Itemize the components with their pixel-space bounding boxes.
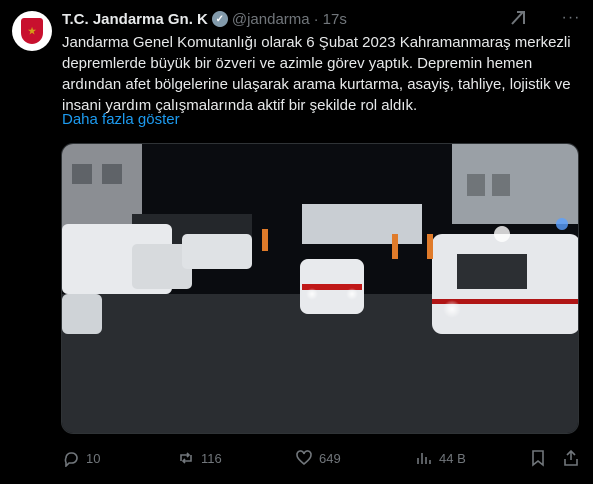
action-bar: 10 116 649 44 B — [62, 448, 582, 468]
share-icon — [564, 449, 578, 466]
verified-badge-icon[interactable]: ✓ — [211, 11, 228, 27]
bookmark-icon — [532, 450, 544, 467]
video-frame — [62, 144, 578, 433]
post-header: T.C. Jandarma Gn. K ✓ @jandarma · 17s — [62, 10, 347, 28]
views-icon — [417, 453, 431, 464]
bookmark-button[interactable] — [529, 448, 553, 468]
author-handle[interactable]: @jandarma — [232, 11, 310, 28]
heart-icon — [296, 450, 312, 466]
post-time[interactable]: 17s — [323, 11, 347, 28]
post-video[interactable] — [61, 143, 579, 434]
repost-icon — [180, 452, 192, 464]
jandarma-emblem-icon: ★ — [21, 18, 43, 44]
grok-icon[interactable] — [508, 9, 528, 29]
reply-icon — [64, 452, 78, 467]
reply-button[interactable]: 10 — [62, 448, 100, 468]
views-button[interactable]: 44 B — [415, 448, 466, 468]
separator: · — [313, 10, 319, 28]
post-text: Jandarma Genel Komutanlığı olarak 6 Şuba… — [62, 34, 571, 114]
share-button[interactable] — [562, 448, 586, 468]
repost-button[interactable]: 116 — [177, 448, 222, 468]
post[interactable]: ★ T.C. Jandarma Gn. K ✓ @jandarma · 17s … — [0, 0, 593, 484]
view-count: 44 B — [439, 450, 466, 466]
like-count: 649 — [319, 450, 341, 466]
like-button[interactable]: 649 — [295, 448, 341, 468]
avatar[interactable]: ★ — [12, 11, 52, 51]
author-name[interactable]: T.C. Jandarma Gn. K — [62, 11, 208, 28]
repost-count: 116 — [201, 450, 222, 466]
more-options-icon[interactable]: ··· — [561, 8, 581, 28]
show-more-link[interactable]: Daha fazla göster — [62, 111, 180, 128]
reply-count: 10 — [86, 450, 101, 466]
